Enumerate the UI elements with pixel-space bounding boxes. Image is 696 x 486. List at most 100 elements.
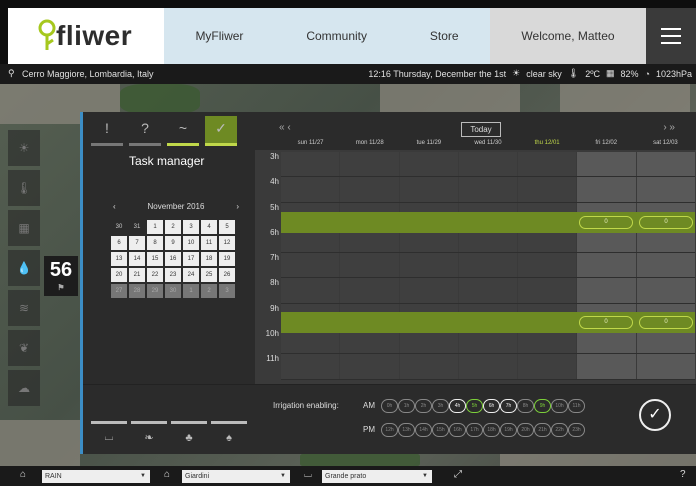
temperature-badge: 56 ⚑	[44, 256, 78, 296]
expand-icon[interactable]: ⤢	[454, 469, 462, 480]
irrigation-slot[interactable]: 12h	[381, 423, 398, 437]
home-icon[interactable]: ⌂	[20, 469, 26, 480]
calendar-day[interactable]: 30	[165, 284, 181, 298]
calendar-day[interactable]: 22	[147, 268, 163, 282]
calendar-day[interactable]: 27	[111, 284, 127, 298]
calendar-day[interactable]: 1	[183, 284, 199, 298]
irrigation-slot[interactable]: 14h	[415, 423, 432, 437]
leaf-icon[interactable]: ❦	[8, 330, 40, 366]
fliwer-logo[interactable]: fliwer	[8, 8, 164, 64]
irrigation-slot[interactable]: 3h	[432, 399, 449, 413]
irrigation-slot[interactable]: 18h	[483, 423, 500, 437]
garden-icon[interactable]: ⌂	[164, 469, 170, 480]
calendar-day[interactable]: 24	[183, 268, 199, 282]
lawn-icon[interactable]: ⌴	[91, 421, 127, 451]
irrigation-slot[interactable]: 10h	[551, 399, 568, 413]
calendar-day[interactable]: 30	[111, 220, 127, 234]
tab-help[interactable]: ?	[129, 116, 161, 146]
calendar-day[interactable]: 19	[219, 252, 235, 266]
zone-icon[interactable]: ⌴	[304, 469, 312, 480]
tab-task-manager[interactable]: ✓	[205, 116, 237, 146]
irrigation-slot[interactable]: 7h	[500, 399, 517, 413]
irrigation-slot[interactable]: 16h	[449, 423, 466, 437]
nav-store[interactable]: Store	[430, 29, 459, 43]
calendar-day[interactable]: 15	[147, 252, 163, 266]
calendar-day[interactable]: 6	[111, 236, 127, 250]
calendar-day[interactable]: 10	[183, 236, 199, 250]
grid-sensor-icon[interactable]: ▦	[8, 210, 40, 246]
irrigation-slot[interactable]: 11h	[568, 399, 585, 413]
calendar-day[interactable]: 26	[219, 268, 235, 282]
pot-icon[interactable]: ♣	[171, 421, 207, 451]
irrigation-slot[interactable]: 13h	[398, 423, 415, 437]
calendar-day[interactable]: 13	[111, 252, 127, 266]
calendar-day[interactable]: 20	[111, 268, 127, 282]
irrigation-slot[interactable]: 15h	[432, 423, 449, 437]
calendar-day[interactable]: 5	[219, 220, 235, 234]
irrigation-slot[interactable]: 4h	[449, 399, 466, 413]
calendar-day[interactable]: 2	[165, 220, 181, 234]
calendar-day[interactable]: 3	[183, 220, 199, 234]
irrigation-slot[interactable]: 1h	[398, 399, 415, 413]
calendar-day[interactable]: 3	[219, 284, 235, 298]
nav-myfliwer[interactable]: MyFliwer	[195, 29, 243, 43]
calendar-day[interactable]: 28	[129, 284, 145, 298]
calendar-day[interactable]: 11	[201, 236, 217, 250]
calendar-next-icon[interactable]: ›	[236, 202, 239, 211]
calendar-day[interactable]: 16	[165, 252, 181, 266]
calendar-day[interactable]: 1	[147, 220, 163, 234]
schedule-next-icon[interactable]: › »	[663, 122, 675, 133]
schedule-prev-icon[interactable]: « ‹	[279, 122, 291, 133]
calendar-day[interactable]: 12	[219, 236, 235, 250]
tab-chart[interactable]: ~	[167, 116, 199, 146]
irrigation-slot[interactable]: 2h	[415, 399, 432, 413]
welcome-user[interactable]: Welcome, Matteo	[490, 8, 646, 64]
sun-sensor-icon[interactable]: ☀	[8, 130, 40, 166]
irrigation-slot[interactable]: 0h	[381, 399, 398, 413]
irrigation-pill[interactable]: 0	[639, 316, 693, 329]
irrigation-slot[interactable]: 23h	[568, 423, 585, 437]
irrigation-slot[interactable]: 21h	[534, 423, 551, 437]
calendar-day[interactable]: 31	[129, 220, 145, 234]
help-icon[interactable]: ?	[680, 469, 686, 480]
temperature-sensor-icon[interactable]: 🌡	[8, 170, 40, 206]
select-rain[interactable]: RAIN ▼	[42, 470, 150, 483]
today-button[interactable]: Today	[461, 122, 501, 137]
irrigation-slot[interactable]: 19h	[500, 423, 517, 437]
hamburger-menu-button[interactable]	[646, 8, 696, 64]
calendar-day[interactable]: 23	[165, 268, 181, 282]
wind-icon[interactable]: ≋	[8, 290, 40, 326]
calendar-day[interactable]: 14	[129, 252, 145, 266]
calendar-day[interactable]: 8	[147, 236, 163, 250]
calendar-day[interactable]: 7	[129, 236, 145, 250]
calendar-day[interactable]: 25	[201, 268, 217, 282]
calendar-day[interactable]: 2	[201, 284, 217, 298]
confirm-check-button[interactable]: ✓	[639, 399, 671, 431]
calendar-day[interactable]: 29	[147, 284, 163, 298]
irrigation-pill[interactable]: 0	[639, 216, 693, 229]
tree-icon[interactable]: ♠	[211, 421, 247, 451]
calendar-day[interactable]: 18	[201, 252, 217, 266]
irrigation-pill[interactable]: 0	[579, 316, 633, 329]
irrigation-slot[interactable]: 6h	[483, 399, 500, 413]
irrigation-slot[interactable]: 5h	[466, 399, 483, 413]
irrigation-slot[interactable]: 9h	[534, 399, 551, 413]
nav-community[interactable]: Community	[306, 29, 367, 43]
water-drop-icon[interactable]: 💧	[8, 250, 40, 286]
cloud-icon[interactable]: ☁	[8, 370, 40, 406]
select-garden[interactable]: Giardini ▼	[182, 470, 290, 483]
select-zone[interactable]: Grande prato ▼	[322, 470, 432, 483]
calendar-prev-icon[interactable]: ‹	[113, 202, 116, 211]
irrigation-slot[interactable]: 17h	[466, 423, 483, 437]
irrigation-slot[interactable]: 8h	[517, 399, 534, 413]
irrigation-slot[interactable]: 22h	[551, 423, 568, 437]
calendar-day[interactable]: 4	[201, 220, 217, 234]
irrigation-slot[interactable]: 20h	[517, 423, 534, 437]
tab-alerts[interactable]: !	[91, 116, 123, 146]
hour-gridlines	[281, 152, 695, 380]
calendar-day[interactable]: 21	[129, 268, 145, 282]
irrigation-pill[interactable]: 0	[579, 216, 633, 229]
calendar-day[interactable]: 17	[183, 252, 199, 266]
plant-icon[interactable]: ❧	[131, 421, 167, 451]
calendar-day[interactable]: 9	[165, 236, 181, 250]
